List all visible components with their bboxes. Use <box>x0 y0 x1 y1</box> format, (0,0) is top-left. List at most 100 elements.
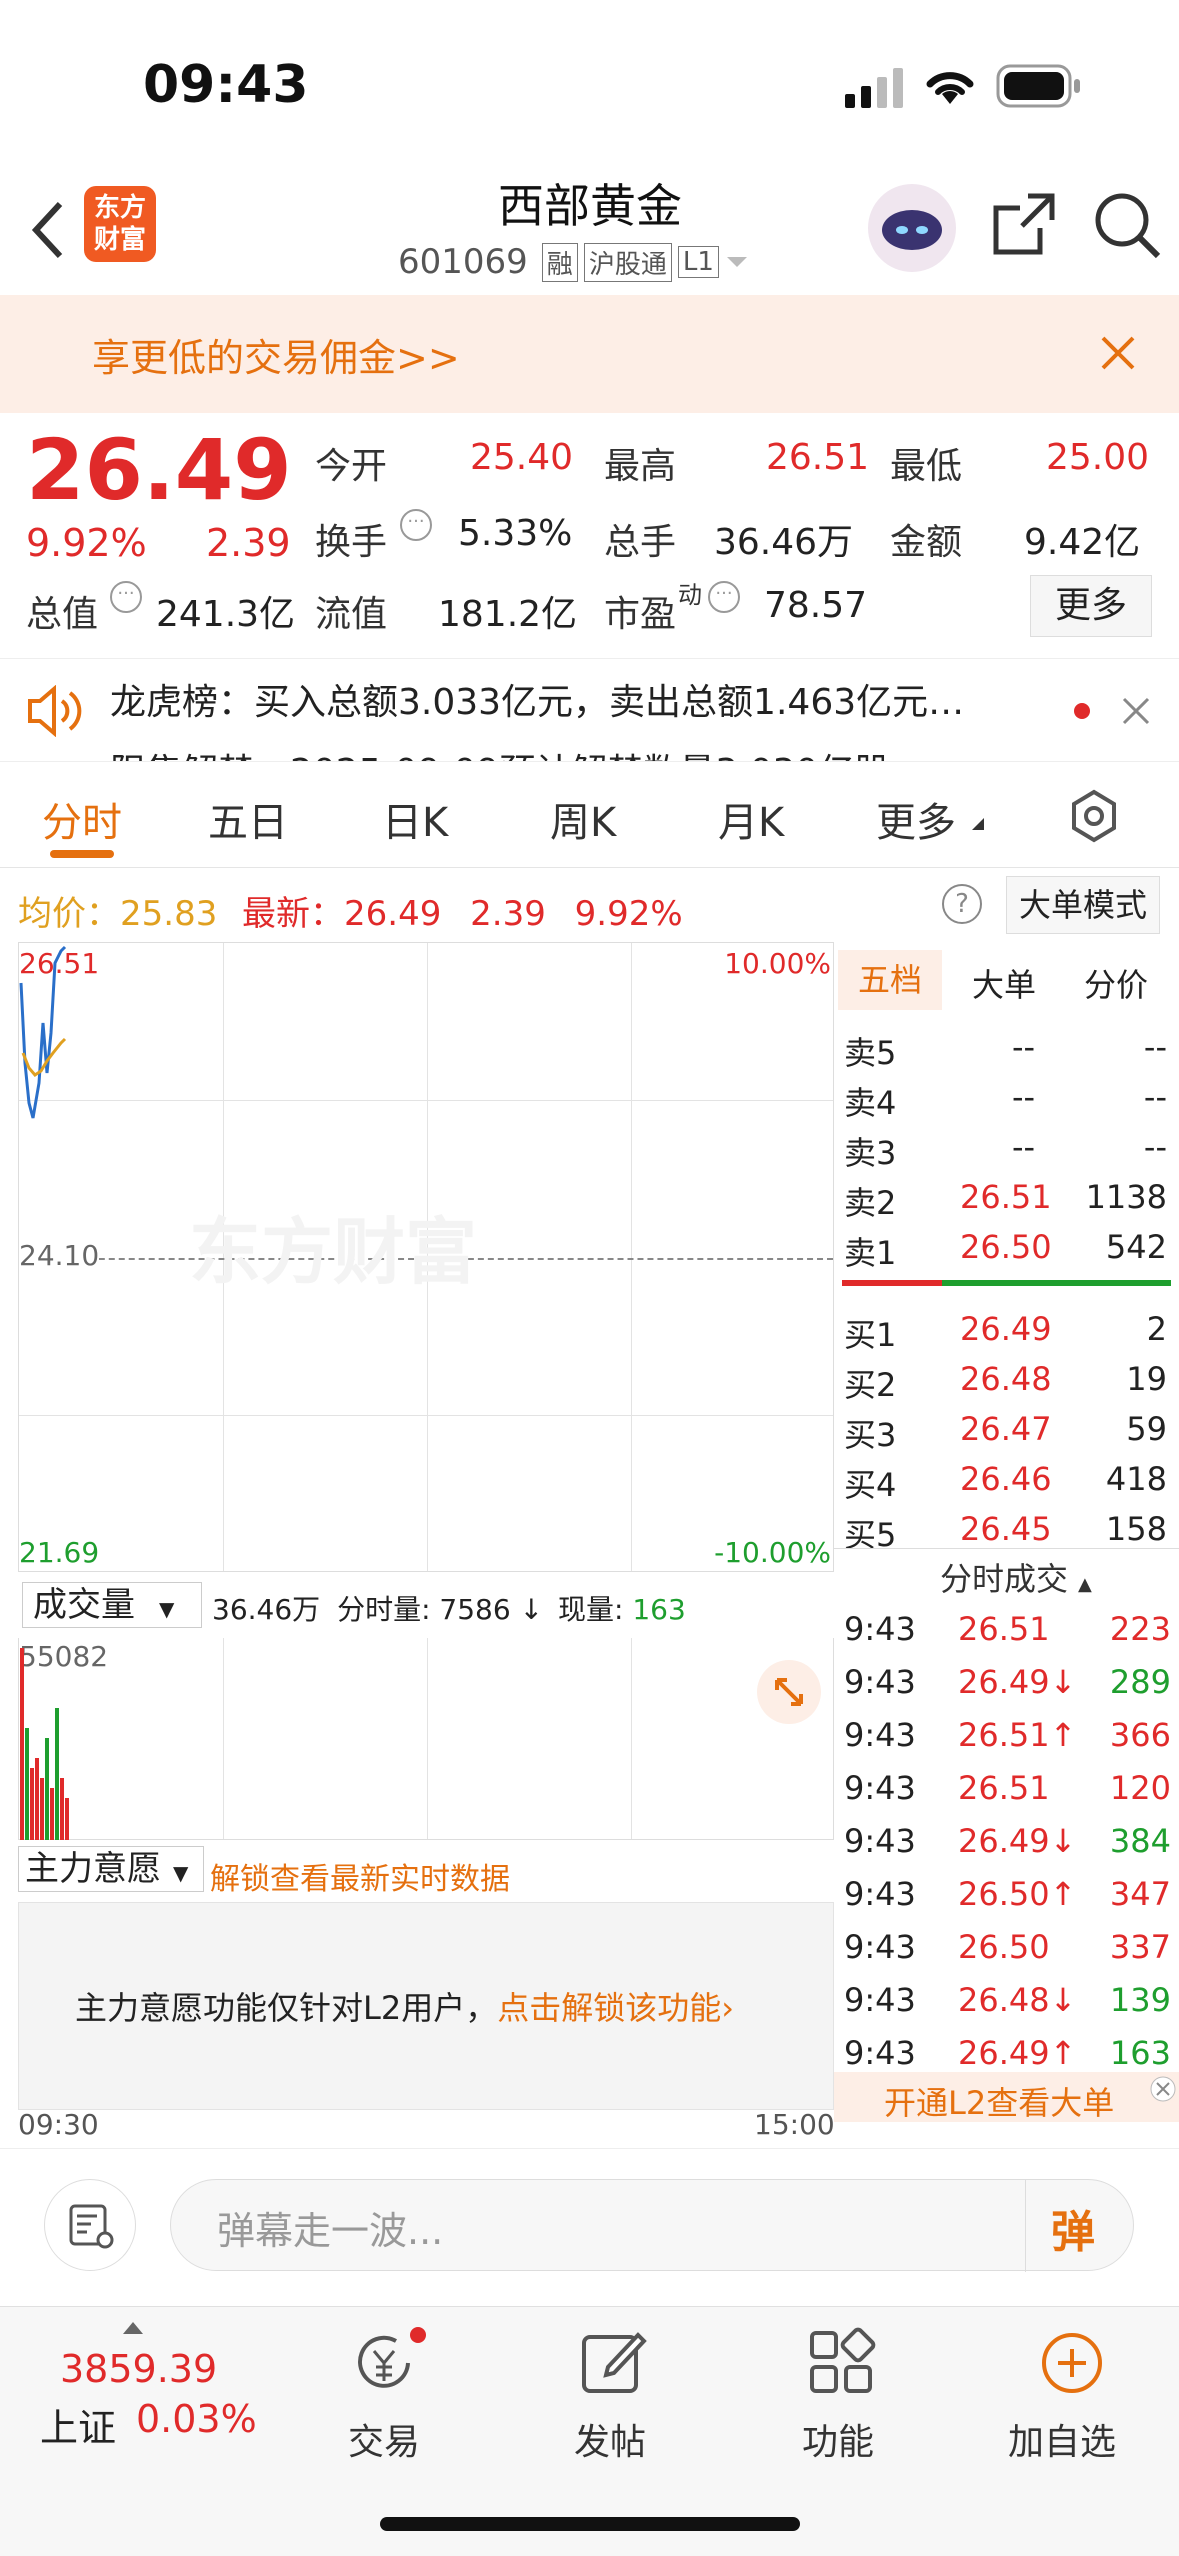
ticks-header[interactable]: 分时成交 ▲ <box>940 1554 1092 1600</box>
wifi-icon <box>926 72 974 104</box>
current-price: 26.49 <box>26 421 292 519</box>
tick-volume: 337 <box>1109 1928 1171 1966</box>
nav-add-watchlist[interactable]: 加自选 <box>1002 2327 1142 2517</box>
intraday-chart[interactable]: 东方财富 26.51 10.00% 24.10 21.69 -10.00% <box>18 942 834 1572</box>
last-label: 最新： <box>242 894 344 934</box>
tick-time: 9:43 <box>844 1928 916 1966</box>
nav-trade-label: 交易 <box>348 2422 421 2463</box>
stock-code-row[interactable]: 601069 融 沪股通 L1 <box>398 240 749 284</box>
help-icon[interactable]: ? <box>942 884 982 924</box>
l2-banner[interactable]: 开通L2查看大单 <box>834 2072 1179 2122</box>
now-volume: 163 <box>632 1593 686 1626</box>
volume-chart[interactable]: 55082 <box>18 1638 834 1840</box>
expand-button[interactable] <box>757 1660 821 1724</box>
last-change: 2.39 <box>470 894 546 934</box>
tick-volume: 289 <box>1109 1663 1171 1701</box>
notification-dot <box>410 2327 426 2343</box>
bid-volume: 59 <box>1126 1410 1167 1448</box>
big-order-mode-button[interactable]: 大单模式 <box>1006 876 1160 934</box>
back-icon[interactable] <box>28 200 68 260</box>
bid-label: 买1 <box>844 1316 897 1354</box>
ask-row-5: 卖5 -- -- <box>834 1022 1179 1072</box>
tab-daily-k[interactable]: 日K <box>382 790 448 848</box>
market-cap-label: 总值 <box>26 594 99 635</box>
tab-monthly-k[interactable]: 月K <box>718 790 784 848</box>
volume-bars <box>20 1648 69 1840</box>
tick-volume: 223 <box>1109 1610 1171 1648</box>
tab-big-orders[interactable]: 大单 <box>972 960 1036 1006</box>
grid-apps-icon <box>810 2327 876 2393</box>
close-icon[interactable] <box>1150 2076 1176 2102</box>
tick-volume: 347 <box>1109 1875 1171 1913</box>
promo-text: 享更低的交易佣金>> <box>92 336 460 380</box>
nav-functions[interactable]: 功能 <box>788 2327 898 2517</box>
close-icon[interactable] <box>1100 335 1136 371</box>
nav-trade[interactable]: 交易 <box>330 2327 440 2517</box>
status-bar: 09:43 <box>0 0 1179 170</box>
more-button[interactable]: 更多 <box>1030 575 1152 637</box>
tick-time: 9:43 <box>844 1716 916 1754</box>
bid-row-1: 买1 26.49 2 <box>834 1304 1179 1354</box>
price-line <box>19 945 67 1119</box>
ask-price: -- <box>1012 1028 1036 1066</box>
tick-time: 9:43 <box>844 1875 916 1913</box>
signal-icon <box>845 68 903 108</box>
close-icon[interactable] <box>1122 697 1150 725</box>
price-line-chart <box>19 945 67 1119</box>
dropdown-icon <box>972 818 984 830</box>
amount-value: 9.42亿 <box>1024 522 1141 563</box>
pe-value: 78.57 <box>764 585 868 626</box>
ask-price: -- <box>1012 1128 1036 1166</box>
tick-price: 26.48↓ <box>958 1981 1077 2019</box>
tick-volume: 384 <box>1109 1822 1171 1860</box>
stock-header: 东方 财富 西部黄金 601069 融 沪股通 L1 <box>0 170 1179 295</box>
more-info-icon[interactable]: ··· <box>400 509 432 541</box>
speaker-icon <box>28 685 82 737</box>
tick-time: 9:43 <box>844 1663 916 1701</box>
bid-price: 26.45 <box>960 1510 1052 1548</box>
volume-value: 36.46万 <box>714 522 854 563</box>
tab-five-levels[interactable]: 五档 <box>838 950 942 1010</box>
market-cap-value: 241.3亿 <box>156 594 296 635</box>
bid-row-2: 买2 26.48 19 <box>834 1354 1179 1404</box>
share-icon[interactable] <box>992 192 1056 256</box>
unlock-feature-link[interactable]: 点击解锁该功能 <box>497 1989 721 2027</box>
chevron-right-icon: › <box>721 1989 735 2027</box>
more-info-icon[interactable]: ··· <box>708 581 740 613</box>
bid-label: 买2 <box>844 1366 897 1404</box>
chevron-down-icon: ▼ <box>173 1861 189 1885</box>
trade-yuan-icon <box>358 2335 410 2388</box>
document-settings-icon <box>69 2204 114 2249</box>
tab-more[interactable]: 更多 <box>876 790 956 848</box>
unlock-data-link[interactable]: 解锁查看最新实时数据 <box>210 1854 510 1898</box>
more-info-icon[interactable]: ··· <box>110 581 142 613</box>
tick-row: 9:43 26.50 337 <box>834 1922 1179 1972</box>
bid-volume: 418 <box>1105 1460 1167 1498</box>
volume-header: 成交量 ▼ 36.46万 分时量: 7586 ↓ 现量: 163 <box>18 1578 834 1638</box>
nav-add-watchlist-label: 加自选 <box>1008 2422 1117 2463</box>
danmu-settings-button[interactable] <box>44 2179 136 2271</box>
volume-selector[interactable]: 成交量 ▼ <box>22 1582 202 1628</box>
volume-bar <box>65 1798 69 1840</box>
tab-weekly-k[interactable]: 周K <box>550 790 616 848</box>
ask-row-1: 卖1 26.50 542 <box>834 1222 1179 1272</box>
danmu-icon[interactable]: 弹 <box>1051 2196 1095 2260</box>
tab-price-distribution[interactable]: 分价 <box>1084 960 1148 1006</box>
ask-label: 卖3 <box>844 1134 897 1172</box>
tab-five-day[interactable]: 五日 <box>208 790 288 848</box>
nav-post[interactable]: 发帖 <box>560 2327 670 2517</box>
promo-banner[interactable]: 享更低的交易佣金>> <box>0 295 1179 413</box>
chart-tabs: 分时 五日 日K 周K 月K 更多 <box>0 762 1179 868</box>
triangle-up-icon <box>123 2322 143 2334</box>
index-ticker[interactable]: 3859.39 上证 0.03% <box>0 2307 270 2507</box>
tab-intraday[interactable]: 分时 <box>42 790 122 848</box>
main-force-selector[interactable]: 主力意愿 ▼ <box>18 1846 204 1892</box>
gear-icon[interactable] <box>1066 788 1122 844</box>
app-logo: 东方 财富 <box>84 186 156 262</box>
search-icon[interactable] <box>1092 190 1162 260</box>
danmu-input[interactable]: 弹幕走一波... 弹 <box>170 2179 1134 2272</box>
volume-bar <box>40 1778 44 1840</box>
ask-volume: -- <box>1143 1128 1167 1166</box>
robot-assistant-icon[interactable] <box>866 182 958 274</box>
notice-bar[interactable]: 龙虎榜：买入总额3.033亿元，卖出总额1.463亿元… 限售解禁：2025-0… <box>0 658 1179 762</box>
